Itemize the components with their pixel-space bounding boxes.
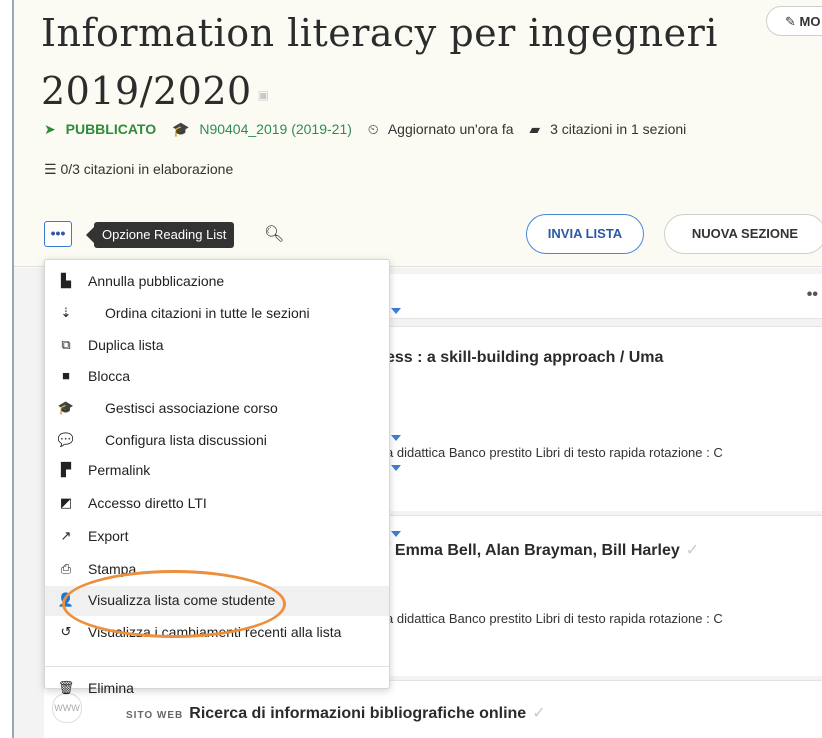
file-icon: ▙ [61, 273, 71, 288]
print-icon: ⎙ [60, 561, 72, 576]
menu-item-export[interactable]: ↗ Export [45, 522, 401, 552]
duplicate-icon: ⧉ [61, 337, 71, 352]
graduation-cap-icon: 🎓 [172, 121, 190, 137]
course-label: N90404_2019 (2019-21) [199, 121, 352, 137]
graduation-cap-icon: 🎓 [57, 400, 75, 415]
menu-item-label: Ordina citazioni in tutte le sezioni [105, 305, 310, 321]
menu-item-discussions[interactable]: 💬 Configura lista discussioni [45, 426, 401, 456]
check-icon: ✓ [685, 542, 700, 559]
comments-icon: 💬 [57, 432, 75, 447]
menu-item-label: Blocca [88, 368, 131, 384]
citation-location: a didattica Banco prestito Libri di test… [386, 445, 723, 460]
menu-item-label: Annulla pubblicazione [88, 273, 225, 289]
paper-plane-icon: ➤ [44, 121, 56, 137]
page-title: Information literacy per ingegneri 2019/… [41, 4, 761, 124]
processing-info: ☰ 0/3 citazioni in elaborazione [44, 161, 233, 178]
citation-title[interactable]: SITO WEB Ricerca di informazioni bibliogr… [126, 703, 546, 723]
status-label: PUBBLICATO [65, 121, 157, 137]
menu-item-sort[interactable]: ⇣ Ordina citazioni in tutte le sezioni [45, 299, 401, 329]
menu-item-permalink[interactable]: ▛ Permalink [45, 456, 401, 486]
title-line-1: Information literacy per ingegneri [41, 11, 718, 55]
citations-count: ▰ 3 citazioni in 1 sezioni [529, 121, 692, 137]
menu-divider [45, 666, 389, 667]
citation-title[interactable]: / Emma Bell, Alan Brayman, Bill Harley ✓ [386, 540, 699, 560]
sort-icon: ⇣ [60, 305, 72, 320]
chevron-down-icon[interactable] [391, 435, 401, 441]
trash-icon: 🗑 [57, 680, 75, 695]
book-icon: ▰ [529, 121, 541, 137]
reading-list-page: Information literacy per ingegneri 2019/… [12, 0, 822, 738]
menu-item-delete[interactable]: 🗑 Elimina [45, 674, 389, 704]
citation-title-text: Ricerca di informazioni bibliografiche o… [189, 705, 527, 722]
citation-location: a didattica Banco prestito Libri di test… [386, 611, 723, 626]
menu-item-label: Duplica lista [88, 337, 164, 353]
clock-icon: ⏲ [367, 121, 379, 137]
course-link[interactable]: 🎓 N90404_2019 (2019-21) [172, 121, 358, 137]
citation-title-text: / Emma Bell, Alan Brayman, Bill Harley [386, 542, 680, 559]
modify-button-label: MO [799, 14, 821, 29]
chevron-down-icon[interactable] [391, 465, 401, 471]
status-badge: ➤ PUBBLICATO [44, 121, 162, 137]
menu-item-label: Export [88, 528, 129, 544]
citation-type: SITO WEB [126, 710, 184, 721]
new-section-button[interactable]: NUOVA SEZIONE [664, 214, 822, 254]
list-icon: ☰ [44, 161, 57, 177]
processing-label: 0/3 citazioni in elaborazione [60, 161, 234, 177]
modify-button[interactable]: ✎ MO [766, 6, 822, 36]
copy-icon[interactable]: ▣ [258, 88, 270, 102]
section-more-icon[interactable]: •• [807, 286, 818, 304]
menu-item-label: Accesso diretto LTI [88, 495, 207, 511]
send-list-button[interactable]: INVIA LISTA [526, 214, 644, 254]
menu-item-label: Elimina [88, 680, 134, 696]
external-link-icon: ↗ [60, 528, 72, 543]
updated-info: ⏲ Aggiornato un'ora fa [368, 121, 520, 137]
check-icon: ✓ [532, 705, 546, 722]
menu-item-lock[interactable]: ■ Blocca [45, 362, 389, 392]
annotation-highlight-ellipse [62, 570, 286, 638]
options-tooltip: Opzione Reading List [85, 222, 235, 248]
search-icon[interactable]: 🔍︎ [264, 224, 284, 244]
citations-label: 3 citazioni in 1 sezioni [550, 121, 687, 137]
lock-icon: ■ [62, 368, 70, 383]
title-line-2: 2019/2020 ▣ [41, 62, 761, 124]
menu-item-unpublish[interactable]: ▙ Annulla pubblicazione [45, 267, 389, 297]
permalink-icon: ▛ [61, 462, 71, 477]
menu-item-label: Permalink [88, 462, 151, 478]
menu-item-duplicate[interactable]: ⧉ Duplica lista [45, 331, 389, 361]
citation-title[interactable]: ess : a skill-building approach / Uma [386, 349, 663, 367]
menu-item-course-association[interactable]: 🎓 Gestisci associazione corso [45, 394, 389, 424]
history-icon: ↺ [60, 624, 72, 639]
chevron-down-icon[interactable] [391, 308, 401, 314]
lti-icon: ◩ [59, 495, 73, 510]
options-menu-button[interactable]: ••• [44, 221, 72, 247]
menu-item-label: Configura lista discussioni [105, 432, 267, 448]
chevron-down-icon[interactable] [391, 531, 401, 537]
menu-item-lti[interactable]: ◩ Accesso diretto LTI [45, 489, 389, 519]
list-meta: ➤ PUBBLICATO 🎓 N90404_2019 (2019-21) ⏲ A… [44, 121, 698, 138]
title-year: 2019/2020 [41, 69, 252, 113]
updated-label: Aggiornato un'ora fa [387, 121, 514, 137]
menu-item-label: Gestisci associazione corso [105, 400, 278, 416]
